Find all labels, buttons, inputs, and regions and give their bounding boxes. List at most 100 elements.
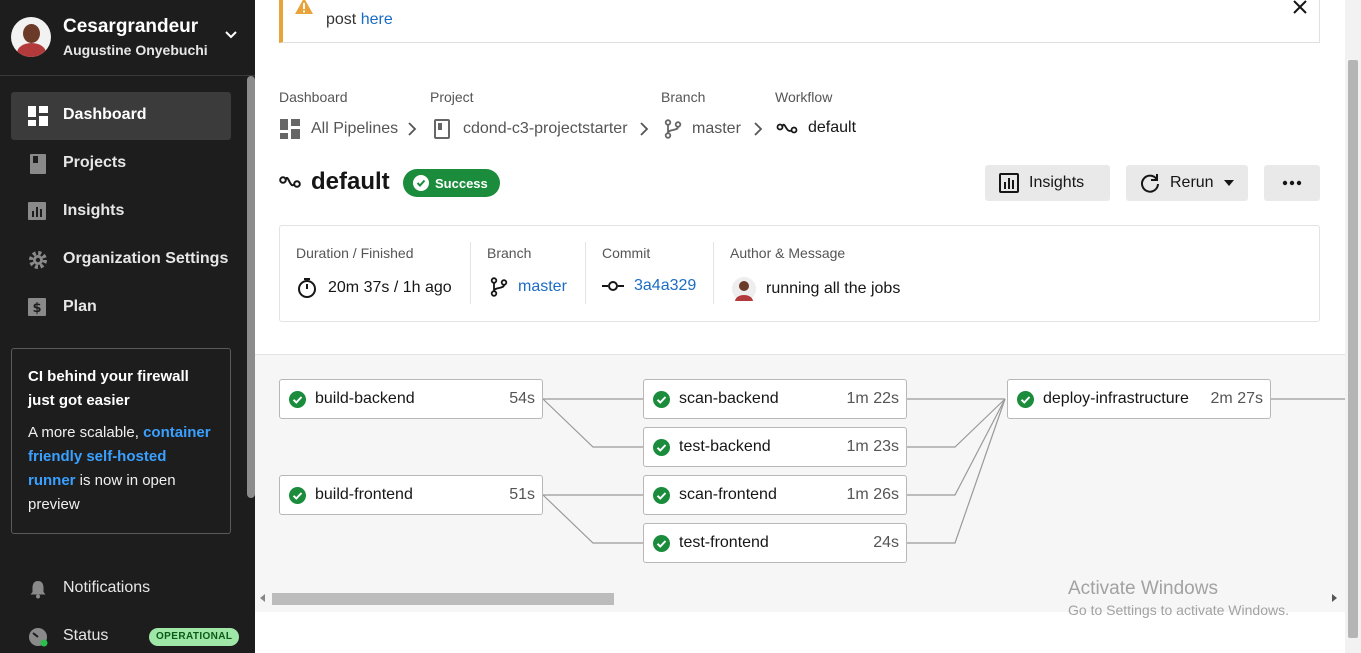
avatar [732,277,756,301]
scroll-left-arrow-icon[interactable] [260,594,265,602]
breadcrumb-branch-label: Branch [661,89,706,105]
rerun-button-label: Rerun [1170,174,1214,191]
breadcrumb-workflow[interactable]: default [776,119,856,137]
sidebar: Cesargrandeur Augustine Onyebuchi Dashbo… [0,0,255,653]
author-value: running all the jobs [732,277,900,301]
vertical-scrollbar[interactable] [1345,0,1361,653]
watermark-title: Activate Windows [1068,578,1218,599]
breadcrumb-all-pipelines[interactable]: All Pipelines [279,119,398,139]
commit-value[interactable]: 3a4a329 [602,277,696,295]
rerun-button[interactable]: Rerun [1126,165,1248,201]
status-text: Success [435,175,488,191]
commit-icon [602,281,624,291]
dollar-icon: $ [28,298,46,316]
workflow-icon [776,123,798,134]
insights-button-label: Insights [1029,174,1085,191]
sidebar-item-label: Plan [63,298,97,315]
workflow-icon [279,176,301,188]
duration-label: Duration / Finished [296,245,414,261]
breadcrumb-branch[interactable]: master [664,119,741,139]
breadcrumb-project-label: Project [430,89,474,105]
sidebar-item-label: Organization Settings [63,250,229,267]
job-name: deploy-infrastructure [1043,390,1189,407]
sidebar-scrollbar[interactable] [247,76,255,498]
job-build-frontend[interactable]: build-frontend 51s [279,475,543,515]
job-duration: 1m 26s [846,486,899,503]
timer-icon [298,278,316,298]
sidebar-item-label: Insights [63,202,125,219]
commit-link[interactable]: 3a4a329 [634,277,696,295]
user-name: Cesargrandeur [63,16,199,37]
banner-link[interactable]: here [361,11,393,28]
more-options-button[interactable] [1264,165,1320,201]
insights-button[interactable]: Insights [985,165,1110,201]
job-duration: 24s [873,534,899,551]
branch-label: Branch [487,245,532,261]
user-switcher[interactable]: Cesargrandeur Augustine Onyebuchi [0,0,255,76]
job-name: build-backend [315,390,415,407]
job-duration: 1m 22s [846,390,899,407]
success-check-icon [289,391,306,408]
sidebar-item-organization-settings[interactable]: Organization Settings [11,236,231,284]
caret-down-icon [1223,180,1234,186]
job-test-frontend[interactable]: test-frontend 24s [643,523,907,563]
status-badge: OPERATIONAL [149,628,240,646]
job-scan-frontend[interactable]: scan-frontend 1m 26s [643,475,907,515]
workflow-graph: build-backend 54s build-frontend 51s sca… [255,354,1345,612]
duration-value: 20m 37s / 1h ago [296,277,452,299]
main-content: post here Dashboard All Pipelines Projec… [255,0,1361,653]
job-deploy-infrastructure[interactable]: deploy-infrastructure 2m 27s [1007,379,1271,419]
watermark-subtitle: Go to Settings to activate Windows. [1068,602,1289,618]
breadcrumb-branch-name: master [692,120,741,137]
notifications-label: Notifications [63,579,151,596]
commit-message: running all the jobs [766,280,901,297]
job-scan-backend[interactable]: scan-backend 1m 22s [643,379,907,419]
promo-card: CI behind your firewall just got easier … [11,348,231,534]
promo-text: A more scalable, container friendly self… [28,421,214,517]
breadcrumb-dashboard-label: Dashboard [279,89,348,105]
breadcrumb-project-name: cdond-c3-projectstarter [463,120,628,137]
job-build-backend[interactable]: build-backend 54s [279,379,543,419]
job-duration: 1m 23s [846,438,899,455]
warning-icon [295,0,313,14]
promo-text-before: A more scalable, [28,424,144,441]
job-name: scan-frontend [679,486,777,503]
dashboard-icon [28,106,48,126]
vertical-scrollbar-thumb[interactable] [1348,60,1358,638]
more-icon [1282,180,1302,186]
chevron-right-icon [754,122,763,136]
workflow-details: Duration / Finished 20m 37s / 1h ago Bra… [279,225,1320,322]
job-name: build-frontend [315,486,413,503]
breadcrumb-workflow-label: Workflow [775,89,833,105]
success-check-icon [289,487,306,504]
breadcrumb-project[interactable]: cdond-c3-projectstarter [433,119,628,139]
dashboard-icon [280,119,300,139]
success-check-icon [653,439,670,456]
job-duration: 51s [509,486,535,503]
close-icon[interactable] [1292,0,1308,15]
git-branch-icon [490,277,508,297]
breadcrumb-workflow-name: default [808,119,857,136]
scroll-right-arrow-icon[interactable] [1332,594,1337,602]
success-check-icon [653,487,670,504]
sidebar-item-dashboard[interactable]: Dashboard [11,92,231,140]
success-check-icon [653,535,670,552]
sidebar-item-insights[interactable]: Insights [11,188,231,236]
check-icon [413,175,429,191]
duration-text: 20m 37s / 1h ago [328,279,452,296]
git-branch-icon [664,119,682,139]
sidebar-item-plan[interactable]: $ Plan [11,284,231,332]
page-title: default [311,168,390,195]
svg-text:$: $ [32,301,41,316]
promo-title: CI behind your firewall just got easier [28,368,189,409]
status-label: Status [63,627,109,644]
status-gauge-icon [29,628,48,647]
branch-value[interactable]: master [490,277,567,297]
horizontal-scrollbar-thumb[interactable] [272,593,614,605]
status-badge: Success [403,169,500,197]
branch-link[interactable]: master [518,278,567,296]
sidebar-item-projects[interactable]: Projects [11,140,231,188]
chevron-down-icon[interactable] [224,28,238,42]
job-test-backend[interactable]: test-backend 1m 23s [643,427,907,467]
success-check-icon [1017,391,1034,408]
